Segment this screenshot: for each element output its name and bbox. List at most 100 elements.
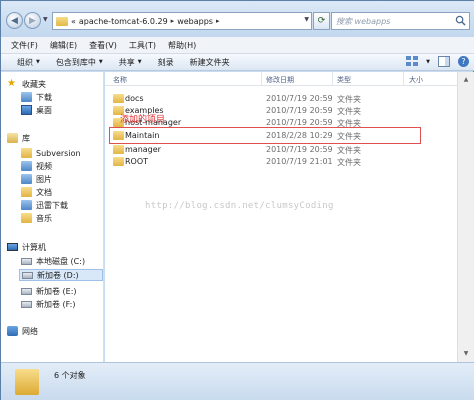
file-name: ROOT (125, 157, 149, 166)
breadcrumb-chevron-icon[interactable]: ▸ (216, 17, 220, 25)
sidebar-item-music[interactable]: 音乐 (21, 212, 52, 224)
include-label: 包含到库中 (55, 57, 96, 67)
sidebar-item-desktop[interactable]: 桌面 (21, 104, 52, 116)
sidebar-item-drive-e[interactable]: 新加卷 (E:) (21, 285, 77, 297)
include-in-library-button[interactable]: 包含到库中 ▼ (48, 57, 111, 68)
drive-icon (22, 271, 33, 279)
sidebar-item-favorites[interactable]: ★ 收藏夹 (7, 78, 46, 90)
network-icon (7, 326, 18, 336)
view-dropdown-icon[interactable]: ▼ (426, 59, 430, 65)
sidebar-item-label: 库 (22, 133, 30, 143)
file-row[interactable]: manager 2010/7/19 20:59 文件夹 (105, 144, 457, 155)
drive-icon (21, 300, 32, 308)
share-button[interactable]: 共享 ▼ (111, 57, 150, 68)
sidebar-item-videos[interactable]: 视频 (21, 160, 52, 172)
sidebar-item-documents[interactable]: 文档 (21, 186, 52, 198)
forward-button[interactable]: ▶ (24, 12, 41, 29)
sidebar-item-downloads[interactable]: 下载 (21, 91, 52, 103)
column-header-size[interactable]: 大小 (409, 75, 423, 85)
search-icon[interactable] (455, 15, 466, 26)
back-arrow-icon: ◀ (11, 15, 18, 26)
sidebar-item-label: 新加卷 (D:) (37, 270, 79, 280)
help-icon[interactable]: ? (458, 56, 469, 67)
breadcrumb-chevron-icon[interactable]: ▸ (171, 17, 175, 25)
folder-icon (113, 145, 124, 154)
change-view-icon[interactable] (406, 56, 419, 67)
address-bar[interactable]: « apache-tomcat-6.0.29 ▸ webapps ▸ ▼ (52, 12, 312, 30)
sidebar-item-label: 迅雷下载 (36, 200, 68, 210)
menu-tools[interactable]: 工具(T) (123, 40, 162, 51)
sidebar-item-label: Subversion (36, 148, 81, 158)
explorer-window: ◀ ▶ ▼ « apache-tomcat-6.0.29 ▸ webapps ▸… (0, 0, 474, 400)
file-date: 2010/7/19 20:59 (266, 94, 333, 103)
breadcrumb-item[interactable]: apache-tomcat-6.0.29 (79, 17, 168, 26)
file-row[interactable]: docs 2010/7/19 20:59 文件夹 (105, 93, 457, 104)
column-header-date[interactable]: 修改日期 (266, 75, 294, 85)
column-divider[interactable] (261, 72, 262, 86)
file-row[interactable]: ROOT 2010/7/19 21:01 文件夹 (105, 156, 457, 167)
new-folder-label: 新建文件夹 (189, 57, 230, 67)
sidebar-item-subversion[interactable]: Subversion (21, 147, 81, 159)
sidebar-item-label: 桌面 (36, 105, 52, 115)
annotation-label: 添加的项目 (120, 115, 166, 125)
sidebar-item-label: 音乐 (36, 213, 52, 223)
back-button[interactable]: ◀ (6, 12, 23, 29)
recent-pages-dropdown-icon[interactable]: ▼ (43, 16, 48, 23)
forward-arrow-icon: ▶ (29, 15, 36, 26)
file-type: 文件夹 (337, 95, 361, 104)
file-type: 文件夹 (337, 107, 361, 116)
file-date: 2010/7/19 21:01 (266, 157, 333, 166)
videos-icon (21, 161, 32, 171)
drive-icon (21, 257, 32, 265)
burn-button[interactable]: 刻录 (150, 57, 182, 68)
folder-icon (113, 157, 124, 166)
search-input[interactable]: 搜索 webapps (331, 12, 470, 30)
sidebar-item-pictures[interactable]: 图片 (21, 173, 52, 185)
file-type: 文件夹 (337, 146, 361, 155)
sidebar-item-label: 下载 (36, 92, 52, 102)
details-pane: 6 个对象 (1, 362, 474, 400)
sidebar-item-thunder-downloads[interactable]: 迅雷下载 (21, 199, 68, 211)
menu-edit[interactable]: 编辑(E) (44, 40, 83, 51)
sidebar-item-drive-f[interactable]: 新加卷 (F:) (21, 298, 75, 310)
library-icon (7, 133, 18, 143)
column-header-name[interactable]: 名称 (113, 75, 127, 85)
scroll-down-icon[interactable]: ▼ (460, 348, 472, 360)
highlight-box (109, 127, 421, 144)
menu-file[interactable]: 文件(F) (5, 40, 44, 51)
chevron-down-icon: ▼ (98, 59, 103, 65)
navigation-pane: ★ 收藏夹 下载 桌面 库 Subversion 视频 图片 文档 迅雷下载 音乐 (1, 72, 104, 362)
watermark: http://blog.csdn.net/clumsyCoding (145, 201, 334, 211)
file-name: manager (125, 145, 161, 154)
sidebar-item-library[interactable]: 库 (7, 132, 30, 144)
column-header-type[interactable]: 类型 (337, 75, 351, 85)
column-divider[interactable] (332, 72, 333, 86)
scroll-up-icon[interactable]: ▲ (460, 74, 472, 86)
organize-button[interactable]: 组织 ▼ (9, 57, 48, 68)
new-folder-button[interactable]: 新建文件夹 (182, 57, 238, 68)
sidebar-item-label: 网络 (22, 326, 38, 336)
sidebar-item-network[interactable]: 网络 (7, 325, 38, 337)
vertical-scrollbar[interactable]: ▲ ▼ (457, 72, 474, 362)
sidebar-item-label: 图片 (36, 174, 52, 184)
subversion-folder-icon (21, 148, 32, 158)
file-date: 2010/7/19 20:59 (266, 118, 333, 127)
refresh-button[interactable]: ⟳ (313, 12, 330, 30)
sidebar-item-label: 收藏夹 (22, 79, 46, 89)
search-placeholder: 搜索 webapps (336, 16, 391, 26)
chevron-down-icon: ▼ (137, 59, 142, 65)
menu-help[interactable]: 帮助(H) (162, 40, 202, 51)
file-name: docs (125, 94, 144, 103)
desktop-icon (21, 105, 32, 115)
share-label: 共享 (118, 57, 135, 67)
column-divider[interactable] (403, 72, 404, 86)
menu-view[interactable]: 查看(V) (83, 40, 123, 51)
address-dropdown-icon[interactable]: ▼ (304, 16, 309, 23)
sidebar-item-label: 视频 (36, 161, 52, 171)
toolbar-right: ▼ ? (406, 56, 469, 67)
breadcrumb-item[interactable]: webapps (177, 17, 213, 26)
sidebar-item-drive-d[interactable]: 新加卷 (D:) (19, 269, 103, 281)
preview-pane-icon[interactable] (438, 56, 450, 67)
sidebar-item-computer[interactable]: 计算机 (7, 241, 46, 253)
sidebar-item-drive-c[interactable]: 本地磁盘 (C:) (21, 255, 85, 267)
